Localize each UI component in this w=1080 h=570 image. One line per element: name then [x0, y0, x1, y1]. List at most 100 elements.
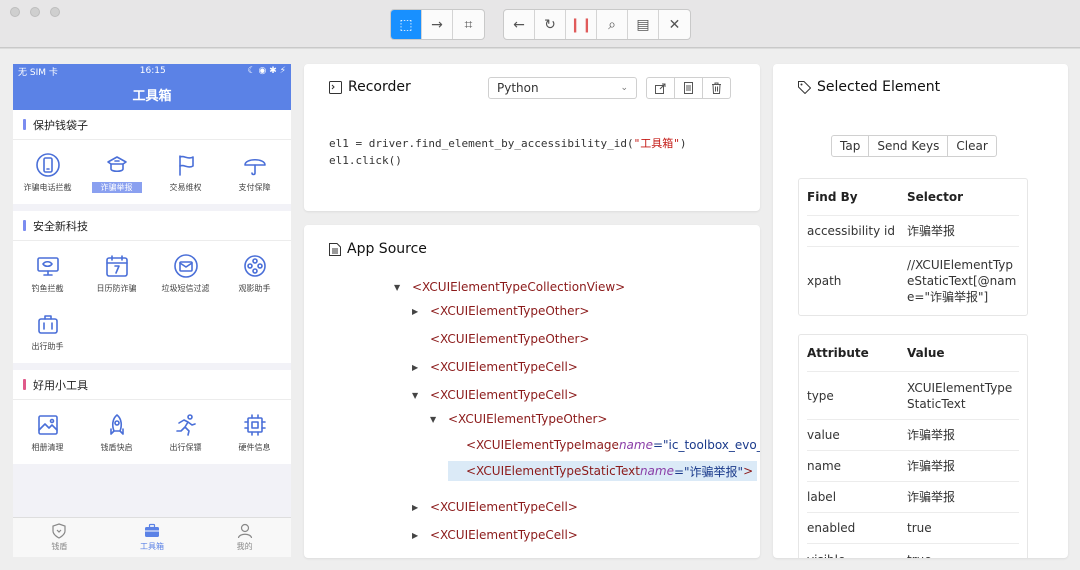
tool-item[interactable]: 硬件信息: [220, 404, 289, 462]
source-node[interactable]: ▶ <XCUIElementTypeOther>: [412, 301, 589, 321]
caret-down-icon[interactable]: ▼: [394, 283, 412, 292]
source-node[interactable]: ▶ <XCUIElementTypeCell>: [412, 525, 578, 545]
tool-item[interactable]: 钱盾快启: [82, 404, 151, 462]
section-1: 安全新科技 钓鱼拦截 日历防诈骗 垃圾短信过滤 观影助手 出行助手: [13, 211, 291, 363]
minimize-window-button[interactable]: [30, 7, 40, 17]
language-select[interactable]: Python ⌄: [488, 77, 637, 99]
find-by-table: Find By Selector accessibility id 诈骗举报 xpath…: [798, 178, 1028, 316]
calendar-icon: [104, 253, 130, 279]
shield-tab-icon: [51, 523, 67, 541]
tool-item[interactable]: 诈骗举报: [82, 144, 151, 202]
fish-monitor-icon: [35, 253, 61, 279]
carrier-label: 无 SIM 卡: [18, 67, 58, 78]
code-line-1: el1 = driver.find_element_by_accessibili…: [329, 137, 687, 150]
zoom-window-button[interactable]: [50, 7, 60, 17]
tool-item[interactable]: 观影助手: [220, 245, 289, 303]
tool-item-label: 日历防诈骗: [96, 284, 137, 293]
source-node[interactable]: <XCUIElementTypeOther>: [412, 329, 589, 349]
inspector-content: 无 SIM 卡 16:15 ☾ ◉ ✱ ⚡ 工具箱 保护钱袋子诈骗电话拦截 诈骗举…: [0, 49, 1080, 570]
node-attr-name: name: [618, 438, 653, 452]
app-nav-title[interactable]: 工具箱: [13, 78, 291, 110]
section-title: 好用小工具: [33, 378, 88, 392]
screenshot-button[interactable]: ⌗: [453, 10, 484, 39]
caret-right-icon[interactable]: ▶: [412, 531, 430, 540]
table-header: Find By Selector: [807, 179, 1019, 216]
close-button[interactable]: ✕: [659, 10, 690, 39]
tool-item[interactable]: 日历防诈骗: [82, 245, 151, 303]
source-node[interactable]: <XCUIElementTypeImage name ="ic_toolbox_e…: [448, 435, 760, 455]
tool-item[interactable]: 支付保障: [220, 144, 289, 202]
source-node[interactable]: ▼ <XCUIElementTypeCollectionView>: [394, 277, 625, 297]
export-button[interactable]: [646, 77, 675, 99]
table-row: visibletrue: [807, 544, 1019, 559]
node-tag: <XCUIElementTypeOther>: [448, 412, 608, 426]
photo-icon: [35, 412, 61, 438]
tool-grid: 钓鱼拦截 日历防诈骗 垃圾短信过滤 观影助手出行助手: [13, 241, 291, 363]
selected-element-panel: Selected Element Tap Send Keys Clear Find …: [773, 64, 1068, 558]
section-2: 好用小工具相册清理 钱盾快启 出行保镖 硬件信息: [13, 370, 291, 464]
refresh-button[interactable]: ↻: [535, 10, 566, 39]
code-line-2: el1.click(): [329, 154, 402, 167]
caret-right-icon[interactable]: ▶: [412, 503, 430, 512]
tab-0[interactable]: 钱盾: [13, 518, 106, 557]
table-row: accessibility id 诈骗举报: [807, 216, 1019, 247]
pause-button[interactable]: ❙❙: [566, 10, 597, 39]
tool-item[interactable]: 钓鱼拦截: [13, 245, 82, 303]
row-key: value: [807, 428, 840, 442]
send-keys-button[interactable]: Send Keys: [868, 135, 949, 157]
copy-code-button[interactable]: [674, 77, 703, 99]
device-screenshot[interactable]: 无 SIM 卡 16:15 ☾ ◉ ✱ ⚡ 工具箱 保护钱袋子诈骗电话拦截 诈骗举…: [13, 64, 291, 557]
table-row: type XCUIElementTypeStaticText: [807, 372, 1019, 420]
tool-item[interactable]: 出行助手: [13, 303, 82, 361]
caret-down-icon[interactable]: ▼: [412, 391, 430, 400]
tool-item-label: 相册清理: [31, 443, 64, 452]
swipe-icon: →: [431, 16, 443, 33]
tool-item[interactable]: 诈骗电话拦截: [13, 144, 82, 202]
copy-xml-button[interactable]: ▤: [628, 10, 659, 39]
source-node[interactable]: ▶ <XCUIElementTypeCell>: [412, 497, 578, 517]
tool-item[interactable]: 交易维权: [151, 144, 220, 202]
column-header: Value: [907, 346, 945, 360]
caret-right-icon[interactable]: ▶: [412, 307, 430, 316]
source-node[interactable]: ▼ <XCUIElementTypeCell>: [412, 385, 578, 405]
source-node[interactable]: <XCUIElementTypeStaticText name ="诈骗举报" >: [448, 461, 758, 481]
section-heading: 好用小工具: [13, 370, 291, 400]
selected-element-title: Selected Element: [798, 79, 940, 95]
caret-down-icon[interactable]: ▼: [430, 415, 448, 424]
row-value: //XCUIElementTypeStaticText[@name="诈骗举报"…: [907, 258, 1017, 304]
tool-item[interactable]: 相册清理: [13, 404, 82, 462]
tap-button[interactable]: Tap: [831, 135, 870, 157]
source-node[interactable]: ▼ <XCUIElementTypeOther>: [430, 409, 607, 429]
clear-code-button[interactable]: [702, 77, 731, 99]
device-status-bar: 无 SIM 卡 16:15 ☾ ◉ ✱ ⚡: [13, 64, 291, 78]
caret-right-icon[interactable]: ▶: [412, 363, 430, 372]
table-row: enabled true: [807, 513, 1019, 544]
screenshot-icon: ⌗: [464, 16, 473, 33]
tool-item[interactable]: 垃圾短信过滤: [151, 245, 220, 303]
select-elements-button[interactable]: ⬚: [391, 10, 422, 39]
tool-item-label: 钓鱼拦截: [31, 284, 64, 293]
close-window-button[interactable]: [10, 7, 20, 17]
police-cap-icon: [104, 152, 130, 178]
recorder-title: Recorder: [329, 79, 411, 95]
swipe-button[interactable]: →: [422, 10, 453, 39]
tool-item-label: 支付保障: [238, 183, 271, 192]
node-tag-close: >: [743, 464, 754, 478]
tab-1[interactable]: 工具箱: [106, 518, 199, 557]
row-key: xpath: [807, 274, 842, 288]
clear-button[interactable]: Clear: [947, 135, 997, 157]
tool-item-label: 交易维权: [169, 183, 202, 192]
copy-xml-icon: ▤: [636, 16, 650, 33]
section-title: 保护钱袋子: [33, 118, 88, 132]
source-node[interactable]: ▶ <XCUIElementTypeCell>: [412, 357, 578, 377]
close-icon: ✕: [668, 16, 681, 33]
section-accent-bar: [23, 119, 26, 130]
tool-item[interactable]: 出行保镖: [151, 404, 220, 462]
tab-2[interactable]: 我的: [198, 518, 291, 557]
row-key: accessibility id: [807, 224, 895, 238]
search-button[interactable]: ⌕: [597, 10, 628, 39]
back-button[interactable]: ←: [504, 10, 535, 39]
column-header: Find By: [807, 190, 858, 204]
flag-icon: [173, 152, 199, 178]
node-attr-name: name: [639, 464, 674, 478]
